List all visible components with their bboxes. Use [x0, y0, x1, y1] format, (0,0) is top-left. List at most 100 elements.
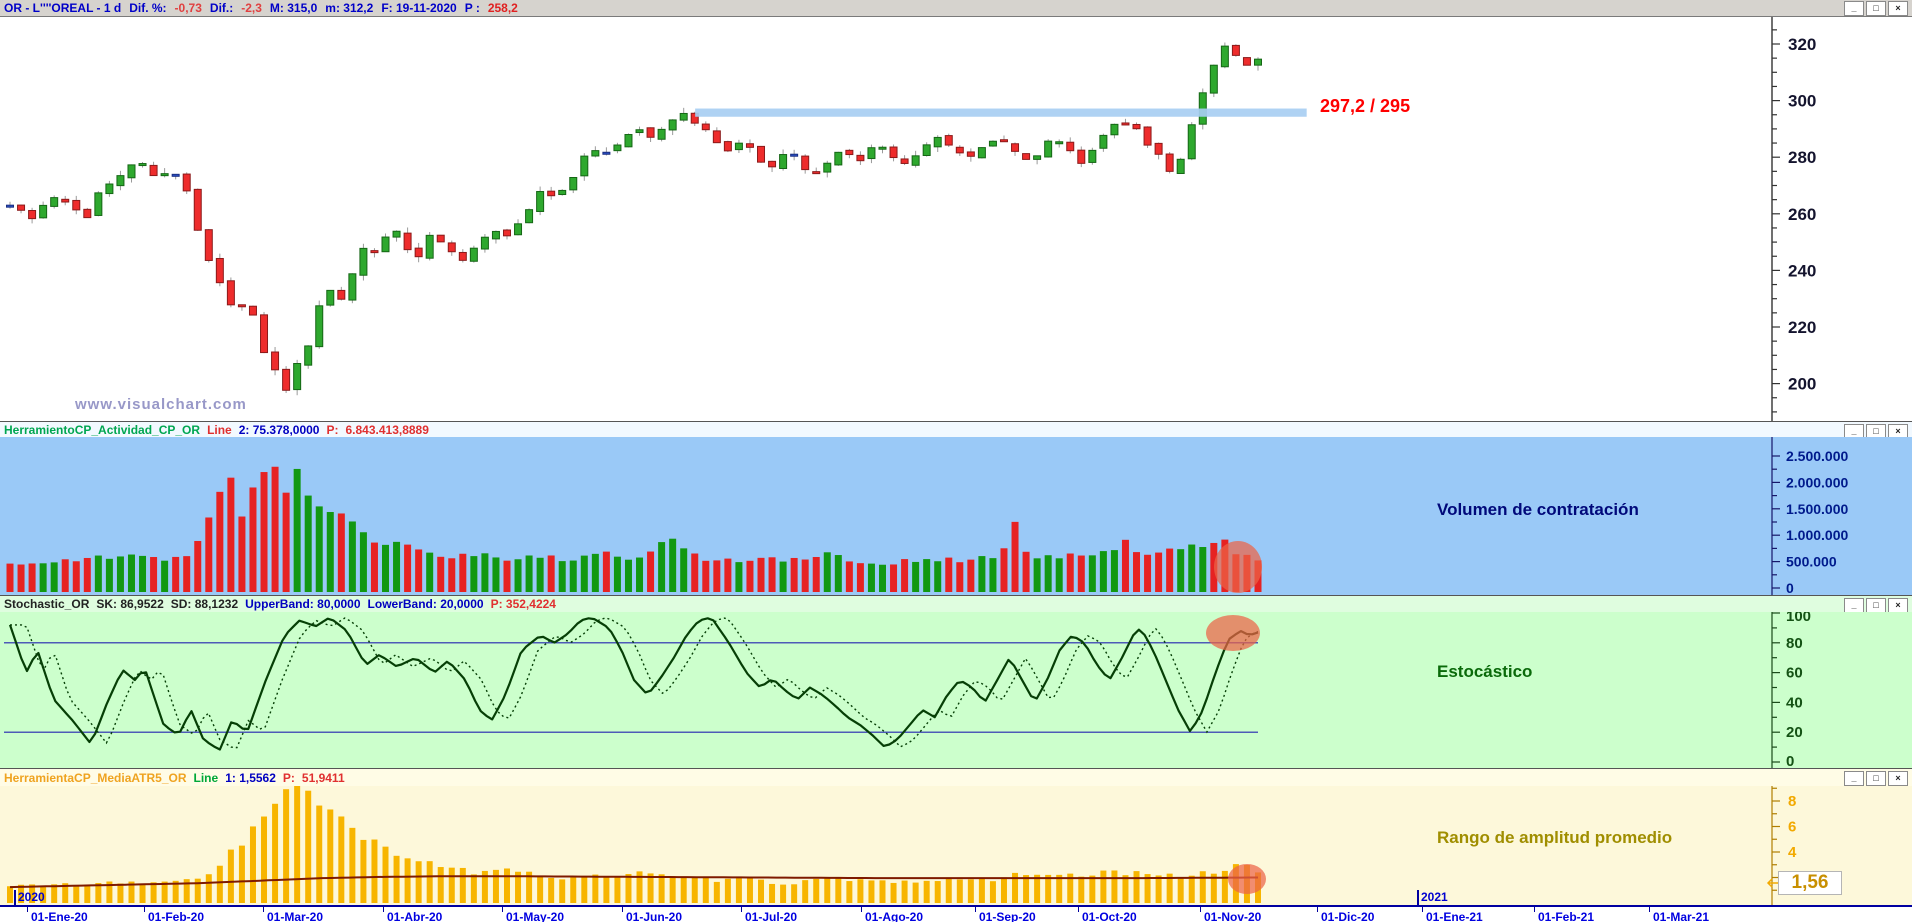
text-segment: P : — [464, 1, 480, 15]
window-controls: _ □ × — [1844, 1, 1908, 16]
month-tick — [144, 907, 145, 912]
month-label: 01-Ene-20 — [31, 910, 88, 922]
stochastic-chart[interactable]: 0 20 40 60 80 100 — [0, 612, 1912, 768]
text-segment: P: — [282, 770, 295, 785]
volume-tick-label: 1.000.000 — [1786, 527, 1848, 543]
stochastic-indicator-values: Stochastic_OR SK: 86,9522 SD: 88,1232 Upper… — [4, 595, 563, 613]
text-segment: UpperBand: 80,0000 — [245, 597, 361, 611]
month-label: 01-Mar-20 — [267, 910, 324, 922]
maximize-icon[interactable]: □ — [1866, 598, 1886, 613]
volume-indicator-values: HerramientoCP_Actividad_CP_OR Line 2: 75.3… — [4, 421, 436, 439]
instrument-info: OR - L''''OREAL - 1 d Dif. %: -0,73 Dif.: -2… — [4, 0, 526, 17]
text-segment: -0,73 — [174, 1, 202, 15]
maximize-icon[interactable]: □ — [1866, 1, 1886, 16]
candlestick-series[interactable] — [6, 44, 1262, 391]
maximize-icon[interactable]: □ — [1866, 771, 1886, 786]
text-segment: P: 352,4224 — [490, 597, 556, 611]
month-tick — [1200, 907, 1201, 912]
recent-atr-highlight — [1228, 864, 1266, 894]
month-tick — [1649, 907, 1650, 912]
close-icon[interactable]: × — [1888, 1, 1908, 16]
stochastic-tick-label: 0 — [1786, 753, 1794, 768]
text-segment: 258,2 — [487, 1, 518, 15]
month-label: 01-Jun-20 — [626, 910, 683, 922]
stochastic-panel-label: Estocástico — [1437, 662, 1533, 681]
atr-tick-label: 4 — [1788, 844, 1797, 861]
text-segment: SK: 86,9522 — [96, 597, 164, 611]
close-icon[interactable]: × — [1888, 771, 1908, 786]
atr-indicator-values: HerramientaCP_MediaATR5_OR Line 1: 1,5562 P… — [4, 769, 352, 787]
month-label: 01-Mar-21 — [1653, 910, 1710, 922]
text-segment: 2: 75.378,0000 — [238, 422, 320, 437]
price-tick-label: 220 — [1788, 318, 1816, 337]
month-tick — [27, 907, 28, 912]
candlestick-chart[interactable]: 200 220 240 260 280 300 320 — [0, 17, 1912, 421]
text-segment: F: 19-11-2020 — [381, 1, 457, 15]
visual-chart-window: OR - L''''OREAL - 1 d Dif. %: -0,73 Dif.: -2… — [0, 0, 1912, 922]
atr-window-controls: _ □ × — [1844, 771, 1908, 786]
stochastic-axis: 0 20 40 60 80 100 — [1771, 612, 1811, 768]
month-tick — [263, 907, 264, 912]
volume-tick-label: 2.500.000 — [1786, 448, 1848, 464]
text-segment: HerramientaCP_MediaATR5_OR — [4, 770, 187, 785]
candlestick-chart-panel[interactable]: 200 220 240 260 280 300 320 — [0, 17, 1912, 421]
month-label: 01-Ene-21 — [1426, 910, 1483, 922]
volume-tick-label: 1.500.000 — [1786, 501, 1848, 517]
stochastic-tick-label: 60 — [1786, 665, 1803, 682]
atr-current-value-marker: 1,56 — [1778, 871, 1842, 895]
atr-indicator-header[interactable]: HerramientaCP_MediaATR5_OR Line 1: 1,5562 P… — [0, 768, 1912, 786]
atr-panel-label: Rango de amplitud promedio — [1437, 828, 1673, 847]
text-segment: Dif.: — [209, 1, 234, 15]
month-label: 01-Abr-20 — [387, 910, 443, 922]
price-tick-label: 280 — [1788, 148, 1816, 167]
volume-tick-label: 500.000 — [1786, 554, 1837, 570]
text-segment: Line — [207, 422, 232, 437]
recent-stochastic-highlight — [1206, 615, 1260, 651]
minimize-icon[interactable]: _ — [1844, 771, 1864, 786]
price-tick-label: 200 — [1788, 375, 1816, 394]
volume-indicator-header[interactable]: HerramientoCP_Actividad_CP_OR Line 2: 75.3… — [0, 421, 1912, 439]
month-label: 01-Dic-20 — [1321, 910, 1375, 922]
month-label: 01-Sep-20 — [979, 910, 1036, 922]
atr-value-arrow-icon — [1766, 878, 1778, 888]
text-segment: P: — [326, 422, 339, 437]
text-segment: HerramientoCP_Actividad_CP_OR — [4, 422, 201, 437]
minimize-icon[interactable]: _ — [1844, 598, 1864, 613]
stochastic-tick-label: 80 — [1786, 635, 1803, 652]
text-segment: -2,3 — [241, 1, 262, 15]
stochastic-tick-label: 40 — [1786, 694, 1803, 711]
atr-bars[interactable] — [7, 786, 1261, 903]
year-label-2021: 2021 — [1421, 890, 1448, 904]
text-segment: 51,9411 — [301, 770, 345, 785]
volume-bars[interactable] — [6, 466, 1262, 592]
price-axis: 200 220 240 260 280 300 320 — [1771, 17, 1816, 421]
stochastic-tick-label: 20 — [1786, 724, 1803, 741]
chart-title-bar[interactable]: OR - L''''OREAL - 1 d Dif. %: -0,73 Dif.: -2… — [0, 0, 1912, 17]
month-tick — [1317, 907, 1318, 912]
volume-axis: 0 500.000 1.000.000 1.500.000 2.000.000 2.500… — [1771, 437, 1848, 595]
text-segment: Stochastic_OR — [4, 597, 90, 611]
text-segment: SD: 88,1232 — [170, 597, 239, 611]
text-segment: 1: 1,5562 — [225, 770, 276, 785]
month-tick — [1534, 907, 1535, 912]
atr-tick-label: 6 — [1788, 819, 1796, 836]
month-label: 01-May-20 — [506, 910, 565, 922]
price-tick-label: 320 — [1788, 35, 1816, 54]
month-tick — [383, 907, 384, 912]
month-label: 01-Feb-20 — [148, 910, 205, 922]
text-segment: m: 312,2 — [325, 1, 374, 15]
volume-tick-label: 2.000.000 — [1786, 474, 1848, 490]
month-tick — [622, 907, 623, 912]
resistance-band[interactable] — [695, 108, 1307, 117]
visualchart-watermark: www.visualchart.com — [75, 396, 247, 413]
time-axis[interactable]: 01-Ene-20 01-Feb-20 01-Mar-20 01-Abr-20 01-M… — [0, 905, 1912, 922]
resistance-price-annotation: 297,2 / 295 — [1320, 96, 1411, 116]
month-label: 01-Jul-20 — [745, 910, 798, 922]
close-icon[interactable]: × — [1888, 598, 1908, 613]
month-tick — [1422, 907, 1423, 912]
minimize-icon[interactable]: _ — [1844, 1, 1864, 16]
stochastic-chart-panel[interactable]: 0 20 40 60 80 100 — [0, 612, 1912, 768]
stochastic-indicator-header[interactable]: Stochastic_OR SK: 86,9522 SD: 88,1232 Upper… — [0, 595, 1912, 613]
month-tick — [975, 907, 976, 912]
stochastic-sk-line[interactable] — [8, 617, 1259, 751]
